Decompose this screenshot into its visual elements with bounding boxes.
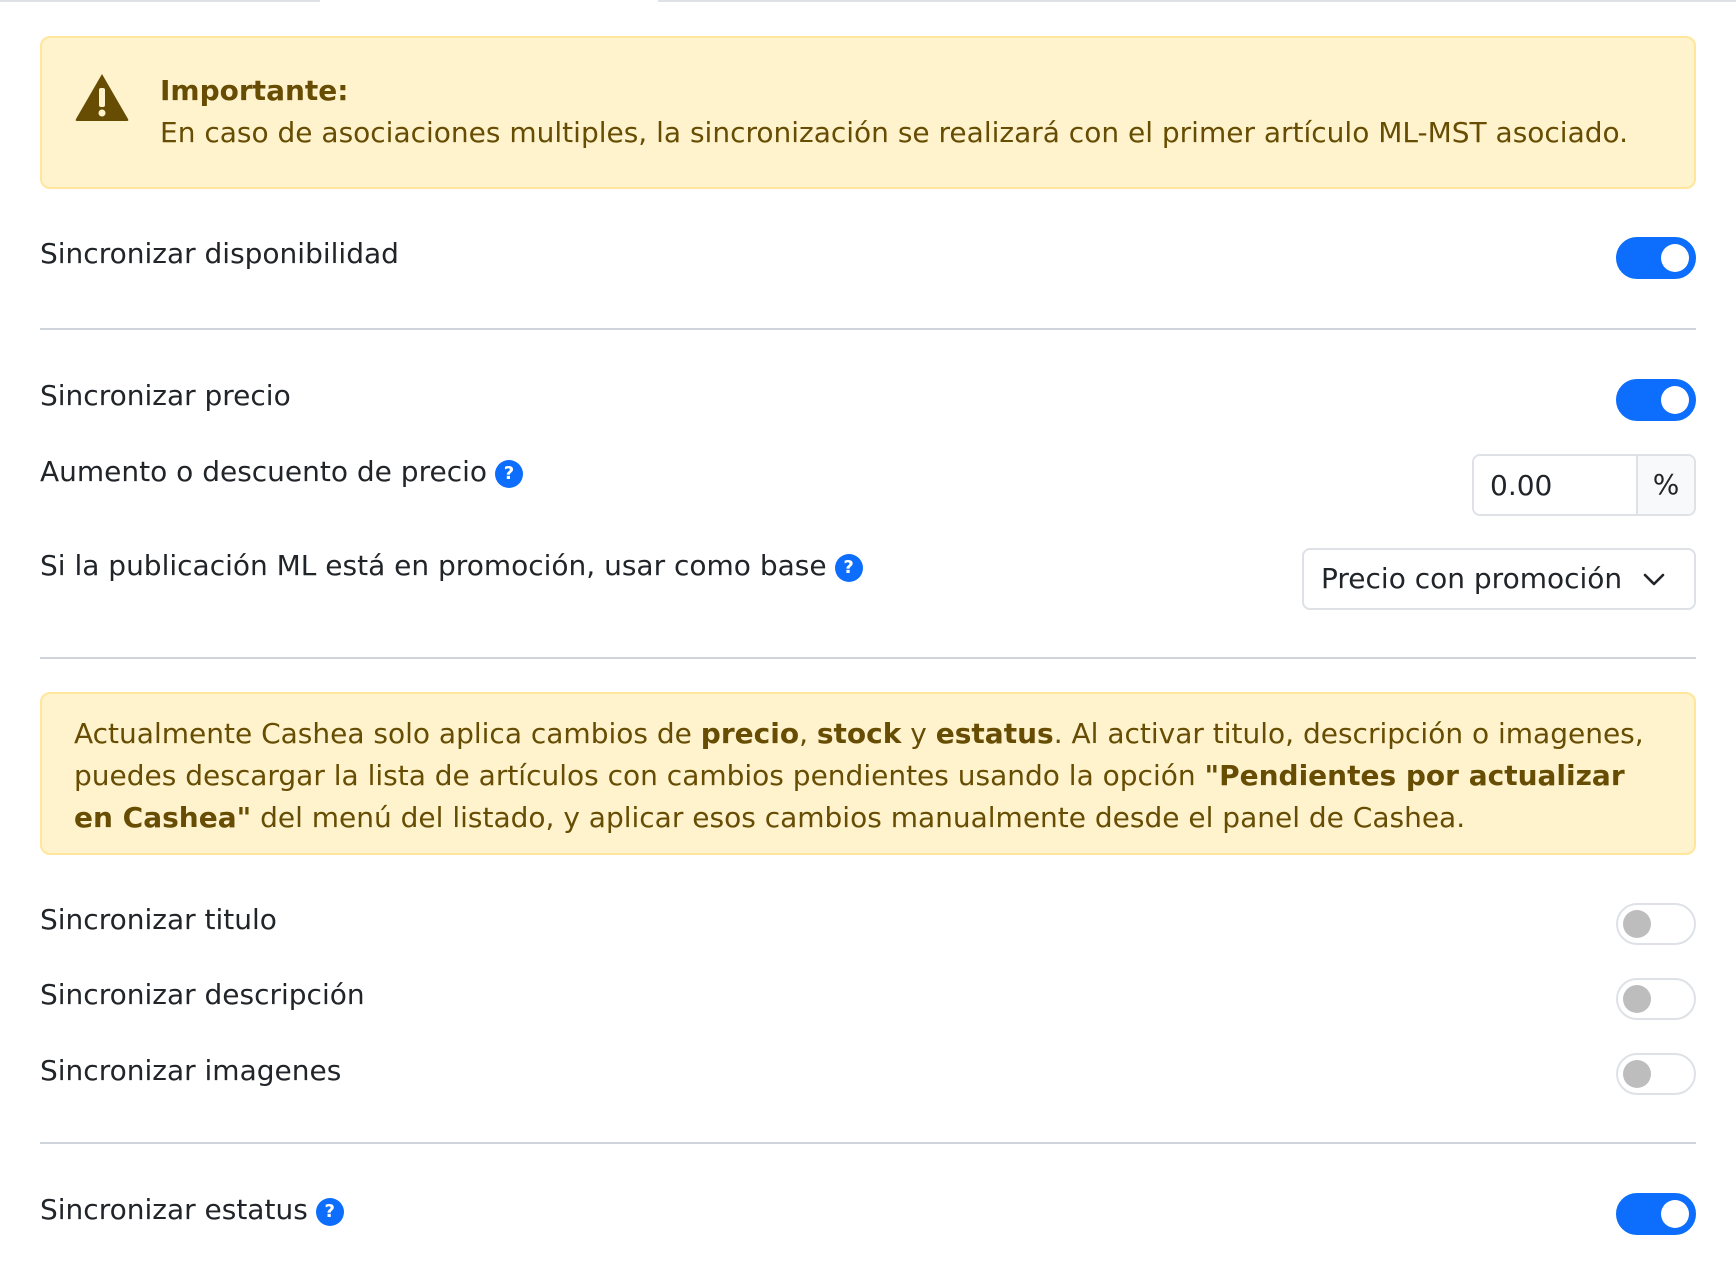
alert-bold-price: precio [700,717,800,750]
alert-bold-status: estatus [935,717,1054,750]
sync-status-label: Sincronizar estatus? [40,1190,344,1230]
price-adjustment-input-group: % [1472,454,1696,516]
price-adjustment-input[interactable] [1474,456,1636,514]
tab-border-right [658,0,1736,2]
divider [40,657,1696,659]
sync-description-toggle[interactable] [1616,978,1696,1020]
price-adjustment-label: Aumento o descuento de precio? [40,452,524,492]
promotion-base-text: Si la publicación ML está en promoción, … [40,549,827,582]
percent-addon: % [1636,456,1694,514]
help-icon[interactable]: ? [834,554,863,582]
sync-price-toggle[interactable] [1616,379,1696,421]
promotion-base-selected: Precio con promoción [1321,562,1623,595]
chevron-down-icon [1643,573,1665,586]
sync-settings-panel: Importante: En caso de asociaciones mult… [0,0,1736,1288]
alert-title: Importante: [160,74,349,107]
alert-text: del menú del listado, y aplicar esos cam… [251,801,1466,834]
sync-images-label: Sincronizar imagenes [40,1054,342,1087]
promotion-base-select[interactable]: Precio con promoción [1302,548,1696,610]
sync-title-toggle[interactable] [1616,903,1696,945]
alert-text: , [799,717,817,750]
sync-availability-toggle[interactable] [1616,237,1696,279]
divider [40,328,1696,330]
sync-status-toggle[interactable] [1616,1193,1696,1235]
alert-text: En caso de asociaciones multiples, la si… [160,116,1629,149]
help-icon[interactable]: ? [495,460,524,488]
tab-border-left [0,0,320,2]
help-icon[interactable]: ? [315,1198,344,1226]
alert-bold-stock: stock [816,717,902,750]
sync-images-toggle[interactable] [1616,1053,1696,1095]
alert-text: y [901,717,936,750]
promotion-base-label: Si la publicación ML está en promoción, … [40,546,863,586]
cashea-info-alert: Actualmente Cashea solo aplica cambios d… [40,692,1696,855]
sync-title-label: Sincronizar titulo [40,903,277,936]
sync-description-label: Sincronizar descripción [40,978,365,1011]
important-alert: Importante: En caso de asociaciones mult… [40,36,1696,189]
sync-status-text: Sincronizar estatus [40,1193,308,1226]
warning-icon [75,74,129,121]
alert-text: Actualmente Cashea solo aplica cambios d… [74,717,701,750]
divider [40,1142,1696,1144]
sync-availability-label: Sincronizar disponibilidad [40,237,399,270]
sync-price-label: Sincronizar precio [40,379,291,412]
price-adjustment-text: Aumento o descuento de precio [40,455,488,488]
